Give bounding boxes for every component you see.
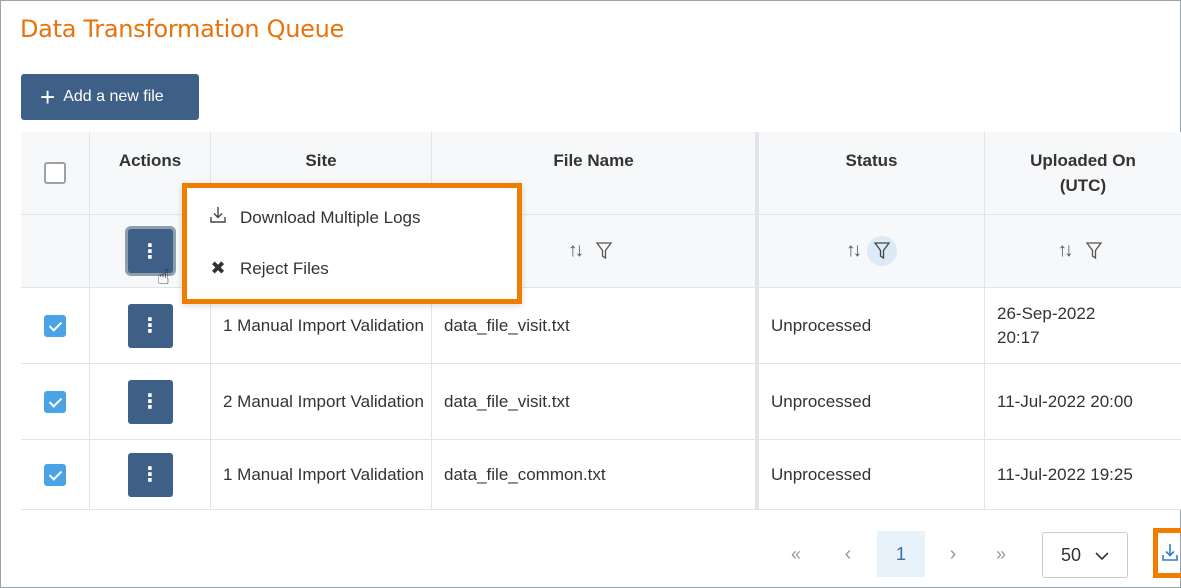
row-site: 1 Manual Import Validation [211,440,432,510]
table-row [21,440,90,510]
sort-icon[interactable]: ↑↓ [846,240,862,262]
row-status: Unprocessed [759,364,985,440]
last-page-button[interactable]: » [986,531,1016,577]
download-multiple-logs-item[interactable]: Download Multiple Logs [208,206,421,229]
current-page-button[interactable]: 1 [877,531,925,577]
filter-icon-active[interactable] [867,236,897,266]
download-multiple-logs-label: Download Multiple Logs [240,207,421,227]
filter-icon[interactable] [589,236,619,266]
row-actions-cell: ⋮ [90,364,211,440]
sort-icon[interactable]: ↑↓ [568,240,584,262]
row-site: 2 Manual Import Validation [211,364,432,440]
download-icon [1162,544,1178,561]
row-actions-button[interactable]: ⋮ [127,379,173,424]
add-new-file-label: Add a new file [63,88,164,105]
reject-files-label: Reject Files [240,258,329,278]
select-all-checkbox[interactable] [44,162,66,184]
filter-icon[interactable] [1079,236,1109,266]
close-icon: ✖ [210,258,226,278]
prev-page-button[interactable]: ‹ [833,531,863,577]
row-file-name: data_file_common.txt [432,440,759,510]
row-uploaded-on: 11-Jul-2022 19:25 [985,440,1181,510]
row-file-name: data_file_visit.txt [432,364,759,440]
plus-icon: + [40,82,56,112]
page-size-value: 50 [1060,544,1082,565]
app-frame: Data Transformation Queue + Add a new fi… [0,0,1181,588]
row-uploaded-on: 11-Jul-2022 20:00 [985,364,1181,440]
header-uploaded-on[interactable]: Uploaded On (UTC) [985,132,1181,215]
row-checkbox[interactable] [44,463,66,486]
bulk-actions-menu: Download Multiple Logs ✖ Reject Files [182,183,522,304]
row-checkbox[interactable] [44,314,66,337]
add-new-file-button[interactable]: + Add a new file [21,74,199,120]
download-all-button[interactable] [1153,528,1181,578]
row-actions-cell: ⋮ [90,440,211,510]
row-checkbox[interactable] [44,390,66,413]
row-status: Unprocessed [759,288,985,364]
row-actions-button[interactable]: ⋮ [127,303,173,348]
page-title: Data Transformation Queue [20,15,344,43]
header-status[interactable]: Status [759,132,985,215]
first-page-button[interactable]: « [781,531,811,577]
reject-files-item[interactable]: ✖ Reject Files [208,258,329,279]
row-actions-button[interactable]: ⋮ [127,452,173,497]
row-uploaded-on: 26-Sep-2022 20:17 [985,288,1181,364]
table-row [21,364,90,440]
sort-icon[interactable]: ↑↓ [1058,240,1074,262]
hand-cursor-icon: ☝ [157,266,170,289]
next-page-button[interactable]: › [938,531,968,577]
download-icon [208,206,228,229]
table-row [21,288,90,364]
chevron-down-icon [1095,545,1109,566]
status-filter-cell: ↑↓ [759,215,985,288]
page-size-select[interactable]: 50 [1042,532,1128,578]
select-all-cell [21,132,90,215]
uploaded-filter-cell: ↑↓ [985,215,1181,288]
filter-row-empty [21,215,90,288]
row-status: Unprocessed [759,440,985,510]
